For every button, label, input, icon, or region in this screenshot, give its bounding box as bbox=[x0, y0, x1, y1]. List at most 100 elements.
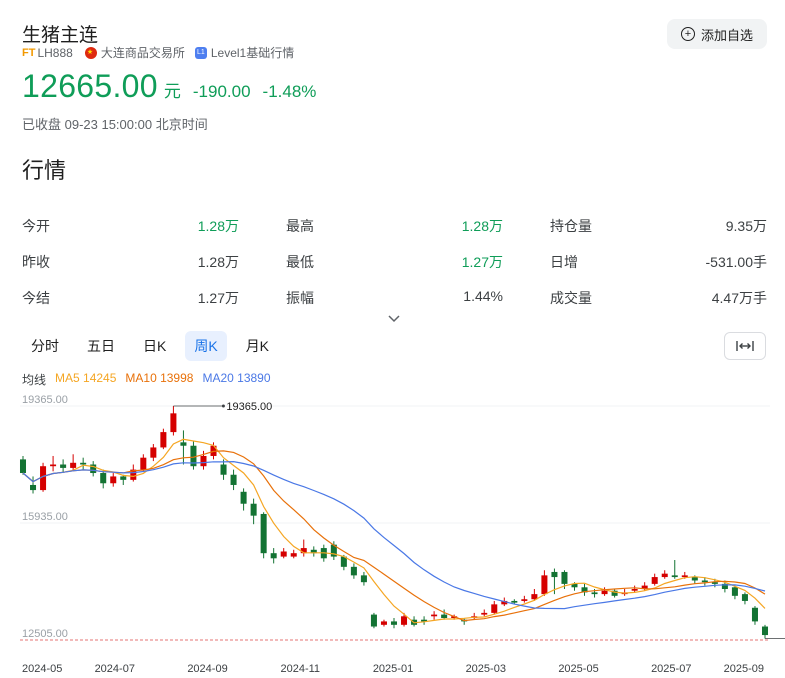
candle-body bbox=[160, 432, 167, 448]
candle-body bbox=[70, 462, 77, 468]
candle-body bbox=[431, 614, 438, 617]
chart-grid: 19365.00 15935.00 12505.00 bbox=[20, 394, 770, 641]
stat-label: 最低 bbox=[286, 254, 314, 270]
add-watchlist-button[interactable]: + 添加自选 bbox=[667, 19, 767, 49]
instrument-meta: FT LH888 大连商品交易所 L1 Level1基础行情 bbox=[22, 44, 294, 61]
candle-body bbox=[661, 573, 668, 578]
candle-body bbox=[60, 464, 67, 468]
price-change-pct: -1.48% bbox=[262, 82, 317, 101]
candle-body bbox=[671, 575, 678, 578]
candle-body bbox=[511, 600, 518, 603]
instrument-code: LH888 bbox=[37, 45, 73, 60]
ft-badge: FT bbox=[22, 46, 36, 59]
stat-label: 成交量 bbox=[550, 290, 592, 306]
ma-lines bbox=[22, 438, 766, 624]
plus-circle-icon: + bbox=[680, 27, 695, 41]
ma20-legend: MA20 13890 bbox=[202, 371, 271, 385]
market-status: 已收盘 09-23 15:00:00 北京时间 bbox=[22, 117, 208, 132]
stats-row: 今结 1.27万 振幅 1.44% 成交量 4.47万手 bbox=[22, 280, 768, 316]
candle-body bbox=[110, 476, 117, 484]
x-axis-label: 2025-05 bbox=[558, 663, 598, 675]
tab-intraday[interactable]: 分时 bbox=[22, 331, 68, 361]
stat-cell: 最高 1.28万 bbox=[286, 216, 503, 236]
candle-body bbox=[741, 594, 748, 601]
candle-body bbox=[761, 626, 769, 636]
stats-row: 昨收 1.28万 最低 1.27万 日增 -531.00手 bbox=[22, 244, 768, 280]
x-axis: 2024-05 2024-07 2024-09 2024-11 2025-01 2025-… bbox=[22, 663, 764, 675]
stat-value: 1.28万 bbox=[197, 254, 239, 270]
stat-label: 昨收 bbox=[22, 254, 50, 270]
ma-legend-label: 均线 bbox=[22, 373, 47, 387]
stat-label: 今结 bbox=[22, 290, 50, 306]
ma5-legend: MA5 14245 bbox=[55, 371, 117, 385]
candle-body bbox=[360, 575, 367, 583]
candle-body bbox=[401, 616, 408, 625]
section-title: 行情 bbox=[22, 158, 67, 183]
stats-table: 今开 1.28万 最高 1.28万 持仓量 9.35万 昨收 1.28万 最低 1.27万… bbox=[22, 208, 768, 316]
y-axis-label: 15935.00 bbox=[22, 511, 68, 523]
candle-body bbox=[481, 612, 488, 615]
candles bbox=[19, 406, 769, 639]
candle-body bbox=[751, 607, 758, 622]
candle-body bbox=[19, 459, 27, 474]
ma10-legend: MA10 13998 bbox=[125, 371, 194, 385]
stat-value: 4.47万手 bbox=[711, 290, 767, 306]
x-axis-label: 2025-01 bbox=[373, 663, 413, 675]
stat-value: 1.27万 bbox=[461, 254, 503, 270]
stat-cell: 昨收 1.28万 bbox=[22, 252, 239, 272]
x-axis-label: 2025-03 bbox=[466, 663, 506, 675]
ma20-line bbox=[22, 460, 766, 610]
x-axis-label: 2025-07 bbox=[651, 663, 691, 675]
candle-body bbox=[601, 590, 608, 595]
tab-monthly-k[interactable]: 月K bbox=[237, 331, 278, 361]
x-axis-label: 2024-11 bbox=[280, 663, 320, 675]
candle-body bbox=[100, 473, 107, 484]
candle-body bbox=[280, 551, 287, 557]
stat-label: 最高 bbox=[286, 218, 314, 234]
candle-body bbox=[521, 599, 528, 601]
stat-label: 持仓量 bbox=[550, 218, 592, 234]
candle-body bbox=[180, 442, 187, 446]
exchange-name: 大连商品交易所 bbox=[100, 46, 185, 60]
candle-body bbox=[681, 575, 688, 578]
y-axis-label: 12505.00 bbox=[22, 628, 68, 640]
expand-chart-button[interactable] bbox=[724, 332, 766, 360]
candle-body bbox=[631, 589, 638, 591]
stat-cell: 持仓量 9.35万 bbox=[550, 216, 767, 236]
weekly-k-chart[interactable]: 19365.00 15935.00 12505.00 19365.00 12505.0… bbox=[0, 390, 785, 678]
x-axis-label: 2025-09 bbox=[724, 663, 764, 675]
candle-body bbox=[731, 587, 738, 596]
candle-body bbox=[290, 553, 297, 557]
candle-body bbox=[380, 621, 387, 625]
stat-label: 今开 bbox=[22, 218, 50, 234]
max-price-label: 19365.00 bbox=[226, 401, 272, 413]
candle-body bbox=[390, 621, 398, 625]
candle-body bbox=[350, 566, 357, 576]
x-axis-label: 2024-07 bbox=[95, 663, 135, 675]
candle-body bbox=[701, 580, 708, 583]
candle-body bbox=[491, 604, 498, 613]
candle-body bbox=[441, 614, 448, 618]
candle-body bbox=[220, 464, 227, 475]
china-flag-icon bbox=[84, 46, 97, 59]
candle-body bbox=[140, 457, 147, 470]
tab-weekly-k[interactable]: 周K bbox=[185, 331, 227, 361]
tab-five-day[interactable]: 五日 bbox=[78, 331, 124, 361]
candle-body bbox=[541, 575, 548, 595]
stat-value: 9.35万 bbox=[725, 218, 767, 234]
candle-body bbox=[250, 503, 257, 516]
stat-cell: 振幅 1.44% bbox=[286, 288, 503, 308]
chevron-down-icon[interactable] bbox=[388, 314, 400, 324]
candle-body bbox=[170, 413, 177, 433]
candle-body bbox=[370, 614, 377, 627]
candle-body bbox=[591, 592, 598, 595]
y-axis-label: 19365.00 bbox=[22, 394, 68, 406]
stat-cell: 成交量 4.47万手 bbox=[550, 288, 767, 308]
tab-daily-k[interactable]: 日K bbox=[134, 331, 175, 361]
candle-body bbox=[80, 462, 87, 465]
candle-body bbox=[240, 491, 247, 504]
candle-body bbox=[50, 464, 57, 467]
stat-value: -531.00手 bbox=[705, 254, 767, 270]
candle-body bbox=[651, 577, 658, 584]
price-unit: 元 bbox=[163, 82, 181, 101]
